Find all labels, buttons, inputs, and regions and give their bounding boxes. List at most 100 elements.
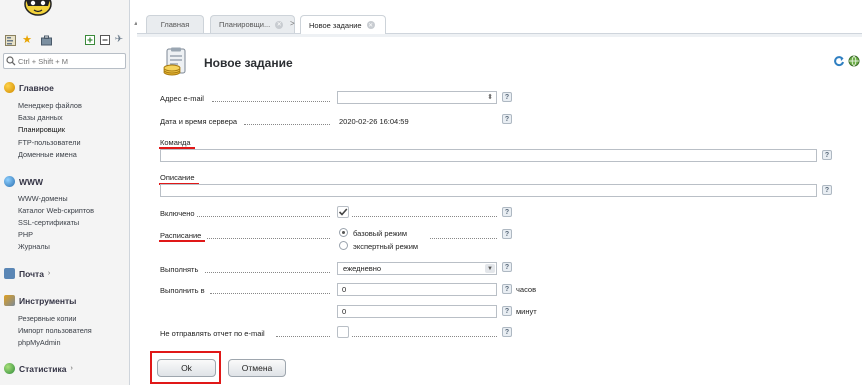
sidebar-section-label: WWW [19,176,44,187]
run-at-label: Выполнить в [160,286,205,295]
chevron-down-icon[interactable]: ▼ [485,264,495,273]
sidebar-section-stats[interactable]: Статистика › [4,363,73,374]
label-leader [212,101,330,102]
sidebar-item-ssl[interactable]: SSL-сертификаты [18,218,79,228]
close-icon[interactable]: ✕ [275,20,284,29]
globe-icon [4,176,15,187]
tab-label: Новое задание [309,20,362,30]
sidebar-item-file-manager[interactable]: Менеджер файлов [18,101,82,111]
sidebar-section-www[interactable]: WWW [4,176,43,187]
tree-icon[interactable] [3,33,17,47]
tab-separator: > [290,19,295,28]
tab-home[interactable]: Главная [146,15,204,33]
no-report-checkbox[interactable] [337,326,349,338]
tab-scheduler[interactable]: Планировщи... ✕ [210,15,295,33]
server-time-value: 2020-02-26 16:04:59 [339,117,409,126]
schedule-expert-label: экспертный режим [353,242,419,251]
search-input[interactable] [3,53,126,69]
help-icon[interactable]: ? [502,114,512,124]
enabled-label: Включено [160,209,195,218]
chevron-right-icon: › [70,365,73,372]
hours-unit: часов [516,285,537,294]
sidebar-item-phpmyadmin[interactable]: phpMyAdmin [18,338,61,348]
sidebar-item-backups[interactable]: Резервные копии [18,314,77,324]
page-title: Новое задание [204,56,293,70]
sidebar-item-scheduler[interactable]: Планировщик [18,125,65,135]
sidebar-section-label: Почта [19,268,44,279]
label-leader [197,216,330,217]
description-label: Описание [160,173,195,182]
command-label: Команда [160,138,191,147]
sidebar-item-databases[interactable]: Базы данных [18,113,63,123]
label-leader [352,336,497,337]
tab-label: Главная [160,20,190,29]
tools-icon [4,295,15,306]
help-icon[interactable]: ? [502,92,512,102]
sidebar-item-www-domains[interactable]: WWW-домены [18,194,68,204]
logo-icon[interactable] [14,0,62,22]
label-leader [207,238,330,239]
close-icon[interactable]: ✕ [366,21,375,29]
sidebar-item-logs[interactable]: Журналы [18,242,50,252]
server-time-label: Дата и время сервера [160,117,238,126]
sidebar-section-main[interactable]: Главное [4,82,54,93]
sidebar: ★ ✈ Главное Менеджер файлов Базы данных … [0,0,130,385]
help-icon[interactable]: ? [502,284,512,294]
label-leader [210,293,330,294]
sidebar-item-web-scripts[interactable]: Каталог Web-скриптов [18,206,94,216]
mail-icon [4,268,15,279]
label-leader [244,124,330,125]
sidebar-toolbar: ★ ✈ [3,33,127,49]
sidebar-section-label: Статистика [19,363,67,374]
refresh-icon[interactable] [833,55,845,67]
run-select[interactable]: ежедневно [337,262,497,275]
no-report-label: Не отправлять отчет по e-mail [160,329,265,338]
tab-new-task[interactable]: Новое задание ✕ [300,15,386,34]
sidebar-item-domains[interactable]: Доменные имена [18,150,77,160]
minutes-input[interactable] [337,305,497,318]
help-icon[interactable]: ? [502,229,512,239]
description-input[interactable] [160,184,817,197]
schedule-basic-label: базовый режим [353,229,408,238]
command-input[interactable] [160,149,817,162]
tab-bar-divider [137,33,862,37]
star-icon[interactable]: ★ [20,33,34,47]
sidebar-item-ftp-users[interactable]: FTP-пользователи [18,138,81,148]
sidebar-section-label: Инструменты [19,295,77,306]
ok-button[interactable]: Ok [157,359,216,377]
enabled-checkbox[interactable] [337,206,349,218]
help-icon[interactable]: ? [822,185,832,195]
schedule-basic-radio[interactable] [339,228,348,237]
sidebar-section-label: Главное [19,82,54,93]
sidebar-section-tools[interactable]: Инструменты [4,295,76,306]
checkmark-icon [338,208,348,216]
briefcase-icon[interactable] [39,33,53,47]
collapse-icon[interactable] [98,33,112,47]
help-icon[interactable]: ? [502,207,512,217]
help-icon[interactable]: ? [502,306,512,316]
highlight-underline [159,240,205,242]
chevron-right-icon: › [47,270,51,277]
tab-label: Планировщи... [219,20,271,29]
email-select[interactable]: ⬍ [337,91,497,104]
label-leader [276,336,330,337]
help-icon[interactable]: ? [822,150,832,160]
sidebar-item-import-user[interactable]: Импорт пользователя [18,326,92,336]
expand-icon[interactable] [83,33,97,47]
scheduler-icon [163,47,186,76]
help-icon[interactable]: ? [502,262,512,272]
help-icon[interactable]: ? [502,327,512,337]
hours-input[interactable] [337,283,497,296]
pin-icon[interactable]: ✈ [112,33,126,47]
sidebar-item-php[interactable]: PHP [18,230,33,240]
schedule-expert-radio[interactable] [339,241,348,250]
label-leader [205,272,330,273]
home-icon [4,82,15,93]
updown-icon: ⬍ [487,94,493,101]
label-leader [430,238,497,239]
label-leader [352,216,497,217]
stats-icon [4,363,15,374]
sidebar-section-mail[interactable]: Почта › [4,268,50,279]
globe-small-icon[interactable] [848,55,860,67]
cancel-button[interactable]: Отмена [228,359,286,377]
